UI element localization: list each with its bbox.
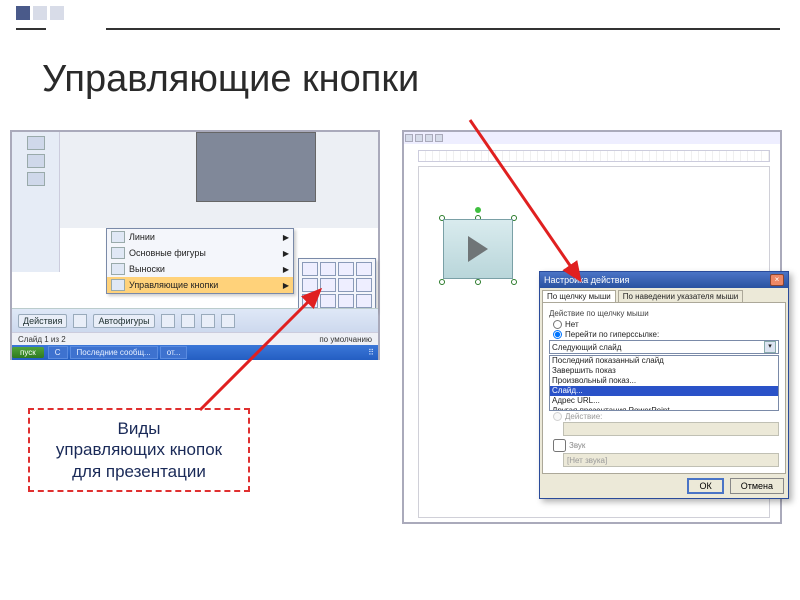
checkbox-label: Звук	[569, 441, 585, 450]
dialog-titlebar: Настройка действия ×	[540, 272, 788, 288]
menu-item-label: Линии	[129, 232, 155, 242]
start-button[interactable]: пуск	[12, 347, 44, 358]
checkbox-sound[interactable]: Звук	[553, 439, 779, 452]
action-button-play[interactable]	[443, 219, 513, 279]
right-slide-canvas: Настройка действия × По щелчку мыши По н…	[418, 166, 770, 518]
sound-value: [Нет звука]	[567, 456, 607, 465]
toolbar-actions-button[interactable]: Действия	[18, 314, 67, 328]
chevron-right-icon: ▶	[283, 281, 289, 290]
hyperlink-combobox[interactable]: Следующий слайд ▾	[549, 340, 779, 354]
line-icon[interactable]	[161, 314, 175, 328]
section-label: Действие по щелчку мыши	[549, 309, 779, 318]
chevron-right-icon: ▶	[283, 249, 289, 258]
status-slide-number: Слайд 1 из 2	[18, 335, 66, 344]
toolbar-autoshapes-button[interactable]: Автофигуры	[93, 314, 154, 328]
dialog-body: Действие по щелчку мыши Нет Перейти по г…	[542, 302, 786, 474]
hyperlink-dropdown-list[interactable]: Последний показанный слайд Завершить пок…	[549, 355, 779, 411]
rotate-handle-icon[interactable]	[475, 207, 481, 213]
radio-label: Нет	[565, 320, 579, 329]
chevron-right-icon: ▶	[283, 265, 289, 274]
screenshot-right: Настройка действия × По щелчку мыши По н…	[402, 130, 782, 524]
taskbar-button[interactable]: Последние сообщ...	[70, 346, 158, 359]
list-item[interactable]: Другая презентация PowerPoint...	[550, 406, 778, 411]
list-item[interactable]: Адрес URL...	[550, 396, 778, 406]
close-icon[interactable]: ×	[770, 274, 784, 286]
menu-item-callouts[interactable]: Выноски ▶	[107, 261, 293, 277]
arrow-icon[interactable]	[181, 314, 195, 328]
menu-item-action-buttons[interactable]: Управляющие кнопки ▶	[107, 277, 293, 293]
right-toolbar	[404, 132, 780, 144]
radio-label: Действие:	[565, 412, 602, 421]
left-slide-area	[196, 132, 316, 202]
title-rule	[106, 28, 780, 30]
pointer-icon[interactable]	[73, 314, 87, 328]
ruler-horizontal	[418, 150, 770, 162]
ok-button[interactable]: ОК	[687, 478, 723, 494]
menu-item-basic-shapes[interactable]: Основные фигуры ▶	[107, 245, 293, 261]
list-item[interactable]: Слайд...	[550, 386, 778, 396]
system-tray: ⠿	[364, 348, 378, 357]
screenshot-left: Линии ▶ Основные фигуры ▶ Выноски ▶ Управля…	[10, 130, 380, 360]
left-thumbnail-gutter	[12, 132, 60, 272]
caption-box: Виды управляющих кнопок для презентации	[28, 408, 250, 492]
title-rule-left	[16, 28, 46, 30]
radio-none[interactable]: Нет	[553, 320, 779, 329]
dialog-tabs: По щелчку мыши По наведении указателя мы…	[540, 288, 788, 302]
action-settings-dialog: Настройка действия × По щелчку мыши По н…	[539, 271, 789, 499]
radio-label: Перейти по гиперссылке:	[565, 330, 659, 339]
menu-item-label: Основные фигуры	[129, 248, 206, 258]
tab-on-hover[interactable]: По наведении указателя мыши	[618, 290, 744, 302]
radio-hyperlink[interactable]: Перейти по гиперссылке:	[553, 330, 779, 339]
list-item[interactable]: Завершить показ	[550, 366, 778, 376]
taskbar-button[interactable]: C	[48, 346, 68, 359]
menu-item-label: Управляющие кнопки	[129, 280, 218, 290]
chevron-down-icon[interactable]: ▾	[764, 341, 776, 353]
resize-handle[interactable]	[439, 279, 445, 285]
status-bar: Слайд 1 из 2 по умолчанию	[12, 332, 378, 345]
dialog-title-text: Настройка действия	[544, 275, 629, 285]
resize-handle[interactable]	[475, 279, 481, 285]
slide-corner-decor	[16, 6, 64, 20]
left-slide-canvas	[60, 132, 378, 228]
cancel-button[interactable]: Отмена	[730, 478, 784, 494]
combobox-value: Следующий слайд	[552, 343, 621, 352]
caption-line: управляющих кнопок	[56, 439, 222, 460]
radio-action: Действие:	[553, 412, 779, 421]
play-triangle-icon	[468, 236, 488, 262]
chevron-right-icon: ▶	[283, 233, 289, 242]
tab-on-click[interactable]: По щелчку мыши	[542, 290, 616, 302]
caption-line: Виды	[56, 418, 222, 439]
action-field-disabled	[563, 422, 779, 436]
slide-title: Управляющие кнопки	[42, 58, 419, 101]
sound-field-disabled: [Нет звука]	[563, 453, 779, 467]
drawing-toolbar: Действия Автофигуры	[12, 308, 378, 332]
action-buttons-palette[interactable]	[298, 258, 376, 312]
menu-item-label: Выноски	[129, 264, 165, 274]
resize-handle[interactable]	[511, 279, 517, 285]
autoshapes-submenu: Линии ▶ Основные фигуры ▶ Выноски ▶ Управля…	[106, 228, 294, 294]
menu-item-lines[interactable]: Линии ▶	[107, 229, 293, 245]
list-item[interactable]: Произвольный показ...	[550, 376, 778, 386]
list-item[interactable]: Последний показанный слайд	[550, 356, 778, 366]
caption-line: для презентации	[56, 461, 222, 482]
dialog-buttons: ОК Отмена	[540, 474, 788, 498]
rect-icon[interactable]	[201, 314, 215, 328]
oval-icon[interactable]	[221, 314, 235, 328]
status-template: по умолчанию	[319, 335, 372, 344]
taskbar-button[interactable]: от...	[160, 346, 188, 359]
windows-taskbar: пуск C Последние сообщ... от... ⠿	[12, 345, 378, 360]
